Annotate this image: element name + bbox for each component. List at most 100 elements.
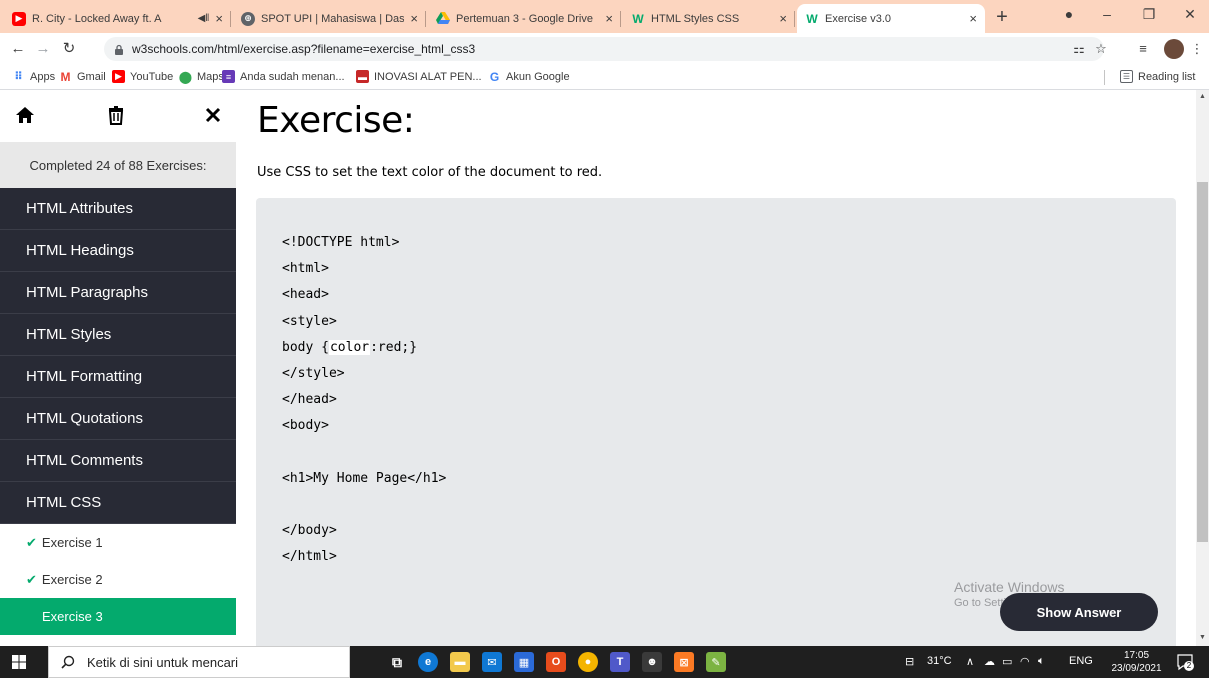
browser-tab-exercise[interactable]: W Exercise v3.0 × <box>797 4 985 33</box>
new-tab-button[interactable]: + <box>990 6 1014 30</box>
volume-icon[interactable]: 🔈︎ <box>1038 655 1045 668</box>
exercise-sidebar: Completed 24 of 88 Exercises: HTML Attri… <box>0 90 236 646</box>
code-line: <h1>My Home Page</h1> <box>282 470 447 486</box>
notepad-plus-icon[interactable]: ✎ <box>706 652 726 672</box>
youtube-icon: ▶ <box>112 70 125 83</box>
bookmark-maps[interactable]: ⬤ Maps <box>179 70 224 84</box>
sidebar-exercise-1[interactable]: ✔ Exercise 1 <box>0 524 236 561</box>
sidebar-item-html-paragraphs[interactable]: HTML Paragraphs <box>0 272 236 314</box>
bookmarks-bar: ⠿ Apps M Gmail ▶ YouTube ⬤ Maps ≡ Anda s… <box>0 65 1209 90</box>
bookmark-label: Gmail <box>77 70 106 83</box>
tab-title: HTML Styles CSS <box>651 12 740 25</box>
weather-text[interactable]: 31°C <box>927 655 952 667</box>
bookmark-label: INOVASI ALAT PEN... <box>374 70 482 83</box>
sidebar-exercise-2[interactable]: ✔ Exercise 2 <box>0 561 236 598</box>
browser-tab-youtube[interactable]: ▶ R. City - Locked Away ft. A ◀ǁ × <box>4 4 231 33</box>
close-icon[interactable]: × <box>410 11 418 26</box>
close-icon[interactable]: × <box>215 11 223 26</box>
page-scrollbar[interactable]: ▲ ▼ <box>1196 90 1209 646</box>
window-close-icon[interactable]: ✕ <box>1180 6 1200 23</box>
sidebar-item-html-css[interactable]: HTML CSS <box>0 482 236 524</box>
reading-list-button[interactable]: ☰ Reading list <box>1120 70 1195 83</box>
close-icon[interactable]: × <box>605 11 613 26</box>
code-line: </style> <box>282 365 345 381</box>
profile-avatar[interactable] <box>1164 39 1184 59</box>
bookmark-apps[interactable]: ⠿ Apps <box>12 70 55 84</box>
notification-count: 2 <box>1184 661 1194 671</box>
notification-center[interactable]: 2 <box>1176 653 1194 671</box>
sidebar-item-html-comments[interactable]: HTML Comments <box>0 440 236 482</box>
home-icon[interactable] <box>14 104 36 126</box>
restore-icon[interactable]: ❐ <box>1139 6 1159 23</box>
translate-icon[interactable]: ⚏ <box>1070 40 1088 58</box>
sidebar-item-html-quotations[interactable]: HTML Quotations <box>0 398 236 440</box>
speaker-icon[interactable]: ◀ǁ <box>198 13 210 24</box>
checkmark-icon: ✔ <box>26 534 37 550</box>
browser-toolbar: ← → ↻ w3schools.com/html/exercise.asp?fi… <box>0 33 1209 65</box>
scroll-down-arrow-icon[interactable]: ▼ <box>1199 634 1206 641</box>
close-sidebar-icon[interactable] <box>202 104 224 126</box>
browser-tab-google-drive[interactable]: Pertemuan 3 - Google Drive × <box>428 4 621 33</box>
scroll-up-arrow-icon[interactable]: ▲ <box>1199 93 1206 100</box>
globe-icon: ⊕ <box>241 11 255 26</box>
language-indicator[interactable]: ENG <box>1069 655 1093 667</box>
file-explorer-icon[interactable]: ▬ <box>450 652 470 672</box>
windows-start-icon[interactable] <box>12 655 26 669</box>
battery-icon[interactable]: ▭ <box>1002 655 1012 668</box>
back-arrow-icon[interactable]: ← <box>8 39 28 59</box>
code-line: <head> <box>282 287 329 303</box>
bookmark-label: YouTube <box>130 70 174 83</box>
scroll-thumb[interactable] <box>1197 182 1208 542</box>
task-view-icon[interactable]: ⧉ <box>387 652 407 672</box>
browser-tab-strip: ▶ R. City - Locked Away ft. A ◀ǁ × ⊕ SPO… <box>0 0 1209 33</box>
sidebar-exercise-3[interactable]: Exercise 3 <box>0 598 236 635</box>
browser-tab-spot-upi[interactable]: ⊕ SPOT UPI | Mahasiswa | Dashb × <box>233 4 426 33</box>
tab-title: Exercise v3.0 <box>825 12 892 25</box>
exercise-label: Exercise 2 <box>41 572 103 587</box>
code-line: body {color:red;} <box>282 335 446 361</box>
edge-icon[interactable]: e <box>418 652 438 672</box>
taskbar-search[interactable]: Ketik di sini untuk mencari <box>48 646 350 678</box>
bookmark-akun-google[interactable]: G Akun Google <box>488 70 570 84</box>
answer-input[interactable]: color <box>328 339 371 355</box>
teams-icon[interactable]: T <box>610 652 630 672</box>
forward-arrow-icon[interactable]: → <box>33 39 53 59</box>
bookmark-forms[interactable]: ≡ Anda sudah menan... <box>222 70 345 83</box>
browser-tab-html-styles[interactable]: W HTML Styles CSS × <box>623 4 795 33</box>
sidebar-item-html-headings[interactable]: HTML Headings <box>0 230 236 272</box>
profile-app-icon[interactable]: ☻ <box>642 652 662 672</box>
trash-icon[interactable] <box>105 104 127 126</box>
menu-kebab-icon[interactable]: ⋮ <box>1188 40 1206 58</box>
xampp-icon[interactable]: ⊠ <box>674 652 694 672</box>
bookmark-youtube[interactable]: ▶ YouTube <box>112 70 173 83</box>
tray-chevron-icon[interactable]: ∧ <box>966 655 974 668</box>
office-icon[interactable]: O <box>546 652 566 672</box>
exercise-label: Exercise 3 <box>42 609 103 624</box>
sidebar-item-html-formatting[interactable]: HTML Formatting <box>0 356 236 398</box>
sidebar-item-html-attributes[interactable]: HTML Attributes <box>0 188 236 230</box>
search-icon <box>61 655 75 669</box>
page-title: Exercise: <box>257 100 415 141</box>
bookmark-gmail[interactable]: M Gmail <box>59 70 106 84</box>
widgets-icon[interactable]: ⊟ <box>905 655 914 668</box>
close-icon[interactable]: × <box>969 11 977 26</box>
tab-search-icon[interactable]: ● <box>1059 6 1079 22</box>
bookmark-star-icon[interactable]: ☆ <box>1092 40 1110 58</box>
bookmark-inovasi[interactable]: ▬ INOVASI ALAT PEN... <box>356 70 482 83</box>
mail-icon[interactable]: ✉ <box>482 652 502 672</box>
network-tray-icon[interactable]: ☁ <box>984 655 995 668</box>
minimize-icon[interactable]: – <box>1097 6 1117 22</box>
address-bar[interactable]: w3schools.com/html/exercise.asp?filename… <box>104 37 1104 61</box>
code-text: :red;} <box>370 339 418 355</box>
show-answer-button[interactable]: Show Answer <box>1000 593 1158 631</box>
system-clock[interactable]: 17:05 23/09/2021 <box>1109 649 1164 675</box>
sidebar-item-html-styles[interactable]: HTML Styles <box>0 314 236 356</box>
store-icon[interactable]: ▦ <box>514 652 534 672</box>
reading-list-toolbar-icon[interactable]: ≡ <box>1134 40 1152 58</box>
reload-icon[interactable]: ↻ <box>59 39 79 59</box>
chrome-icon[interactable]: ● <box>578 652 598 672</box>
wifi-icon[interactable]: ◠ <box>1020 655 1030 668</box>
close-icon[interactable]: × <box>779 11 787 26</box>
